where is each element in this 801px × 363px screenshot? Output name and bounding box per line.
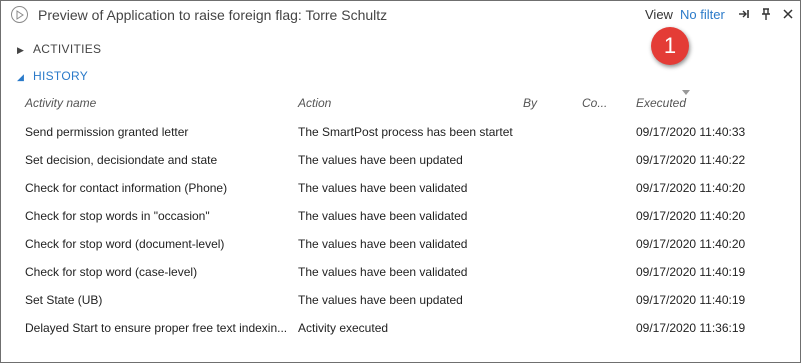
close-icon[interactable] <box>782 7 794 21</box>
pin-icon[interactable] <box>760 7 772 21</box>
cell-executed: 09/17/2020 11:40:20 <box>636 209 746 223</box>
table-row[interactable]: Send permission granted letter The Smart… <box>1 125 800 153</box>
table-row[interactable]: Delayed Start to ensure proper free text… <box>1 321 800 349</box>
cell-executed: 09/17/2020 11:40:22 <box>636 153 746 167</box>
cell-action: The values have been validated <box>298 265 468 279</box>
cell-executed: 09/17/2020 11:40:19 <box>636 293 746 307</box>
cell-executed: 09/17/2020 11:40:20 <box>636 181 746 195</box>
section-history-label: HISTORY <box>33 69 89 83</box>
table-row[interactable]: Check for contact information (Phone) Th… <box>1 181 800 209</box>
cell-activity-name: Set State (UB) <box>25 293 103 307</box>
cell-executed: 09/17/2020 11:40:20 <box>636 237 746 251</box>
column-header-comment[interactable]: Co... <box>582 96 607 110</box>
column-header-activity-name[interactable]: Activity name <box>25 96 96 110</box>
column-header-action[interactable]: Action <box>298 96 331 110</box>
cell-action: Activity executed <box>298 321 389 335</box>
cell-action: The values have been validated <box>298 209 468 223</box>
view-label: View <box>645 7 673 22</box>
triangle-right-icon: ▶ <box>17 45 25 55</box>
filter-link[interactable]: No filter <box>680 7 725 22</box>
cell-action: The values have been updated <box>298 153 463 167</box>
cell-activity-name: Delayed Start to ensure proper free text… <box>25 321 287 335</box>
table-row[interactable]: Set decision, decisiondate and state The… <box>1 153 800 181</box>
step-badge: 1 <box>651 27 689 65</box>
panel-title: Preview of Application to raise foreign … <box>38 7 388 23</box>
cell-action: The values have been validated <box>298 237 468 251</box>
cell-executed: 09/17/2020 11:40:19 <box>636 265 746 279</box>
cell-action: The values have been validated <box>298 181 468 195</box>
cell-action: The values have been updated <box>298 293 463 307</box>
cell-action: The SmartPost process has been startet <box>298 125 513 139</box>
cell-activity-name: Check for stop word (case-level) <box>25 265 198 279</box>
column-header-by[interactable]: By <box>523 96 537 110</box>
table-row[interactable]: Check for stop word (document-level) The… <box>1 237 800 265</box>
cell-executed: 09/17/2020 11:40:33 <box>636 125 746 139</box>
triangle-down-icon: ◢ <box>17 72 25 82</box>
column-header-executed[interactable]: Executed <box>636 96 686 110</box>
cell-activity-name: Check for stop word (document-level) <box>25 237 225 251</box>
section-activities[interactable]: ▶ ACTIVITIES <box>17 42 101 56</box>
cell-activity-name: Send permission granted letter <box>25 125 189 139</box>
table-row[interactable]: Check for stop words in "occasion" The v… <box>1 209 800 237</box>
play-icon[interactable] <box>11 6 28 23</box>
table-row[interactable]: Set State (UB) The values have been upda… <box>1 293 800 321</box>
cell-activity-name: Check for stop words in "occasion" <box>25 209 210 223</box>
pin-right-icon[interactable] <box>738 7 750 21</box>
cell-activity-name: Set decision, decisiondate and state <box>25 153 218 167</box>
sort-desc-icon <box>682 90 690 95</box>
table-row[interactable]: Check for stop word (case-level) The val… <box>1 265 800 293</box>
cell-activity-name: Check for contact information (Phone) <box>25 181 228 195</box>
cell-executed: 09/17/2020 11:36:19 <box>636 321 746 335</box>
section-history[interactable]: ◢ HISTORY <box>17 69 88 83</box>
preview-panel: Preview of Application to raise foreign … <box>0 0 801 363</box>
section-activities-label: ACTIVITIES <box>33 42 102 56</box>
